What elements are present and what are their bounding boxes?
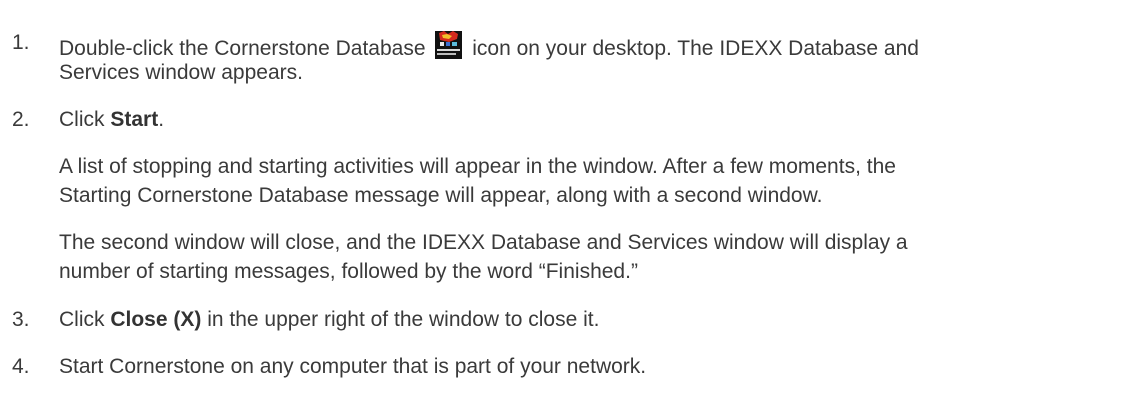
cornerstone-database-icon <box>435 31 463 59</box>
step-4-line: Start Cornerstone on any computer that i… <box>59 355 647 378</box>
step-2-paragraph-1-line-2: Starting Cornerstone Database message wi… <box>59 184 823 207</box>
step-3-number: 3. <box>12 308 30 331</box>
close-button-label: Close (X) <box>110 308 202 331</box>
step-2-paragraph-1-line-1: A list of stopping and starting activiti… <box>59 155 896 178</box>
step-2-paragraph-2-line-2: number of starting messages, followed by… <box>59 260 638 283</box>
step-1-text-after-icon: icon on your desktop. The IDEXX Database… <box>472 37 919 60</box>
step-2-line: Click Start. <box>59 108 164 132</box>
step-1-line-2: Services window appears. <box>59 61 303 84</box>
start-button-label: Start <box>110 108 159 131</box>
step-1-text-before-icon: Double-click the Cornerstone Database <box>59 37 426 60</box>
step-4-number: 4. <box>12 355 30 378</box>
step-1-number: 1. <box>12 31 30 54</box>
step-1-line-1: Double-click the Cornerstone Database ic… <box>59 31 919 61</box>
step-2-suffix: . <box>158 108 165 131</box>
step-2-paragraph-2-line-1: The second window will close, and the ID… <box>59 231 908 254</box>
step-2-number: 2. <box>12 108 30 131</box>
instruction-document: 1. Double-click the Cornerstone Database… <box>0 0 1128 404</box>
step-3-suffix: in the upper right of the window to clos… <box>201 308 600 331</box>
step-3-line: Click Close (X) in the upper right of th… <box>59 308 599 332</box>
step-2-prefix: Click <box>59 108 111 131</box>
step-3-prefix: Click <box>59 308 111 331</box>
